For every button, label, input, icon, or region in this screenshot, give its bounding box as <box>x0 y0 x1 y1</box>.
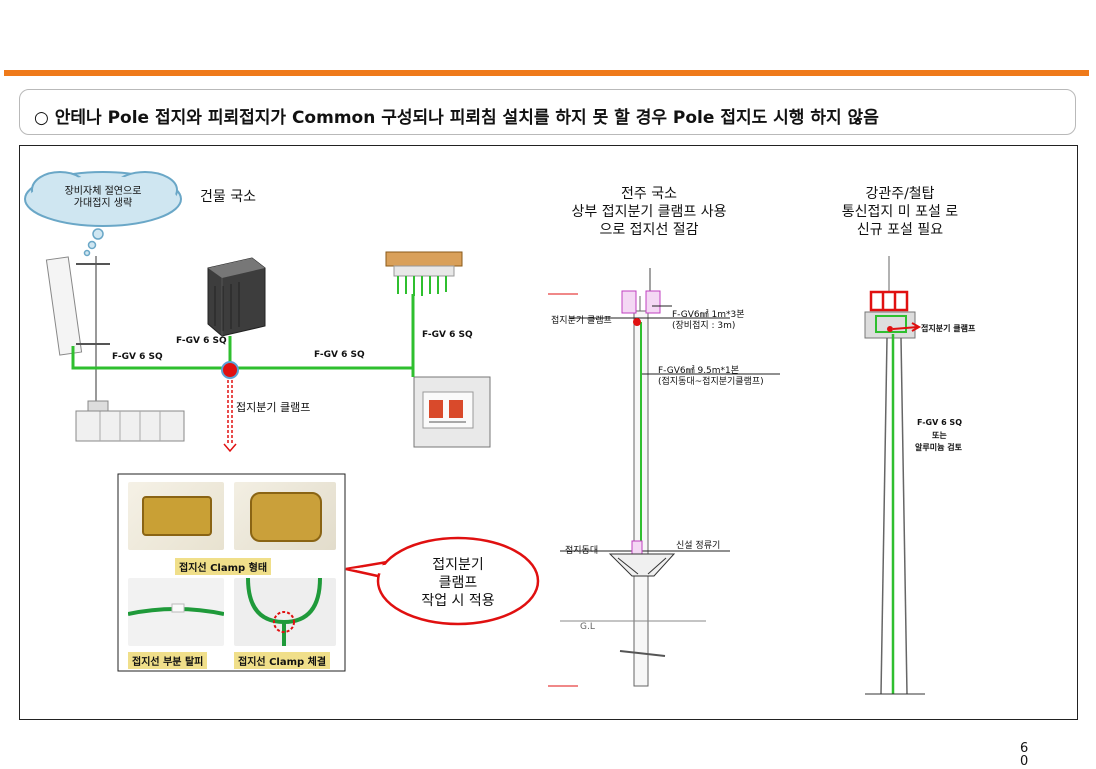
down-arrow-icon <box>223 380 237 453</box>
tower-wire-alt: 알루미늄 검토 <box>915 443 962 452</box>
pole-gl-label: G.L <box>580 622 595 632</box>
header-accent-bar <box>4 70 1089 76</box>
building-section-title: 건물 국소 <box>200 189 256 205</box>
page-title: ○ 안테나 Pole 접지와 피뢰접지가 Common 구성되나 피뢰침 설치를… <box>34 108 879 128</box>
clamp-photo-side <box>234 482 336 550</box>
pole-arrester-label: 신설 정류기 <box>676 541 721 551</box>
equipment-unit <box>207 257 266 337</box>
caption-clamp-fasten: 접지선 Clamp 체결 <box>234 652 331 669</box>
clamp-photo-front <box>128 482 224 550</box>
pole-wire-mid-sub: (접지동대~접지분기클램프) <box>658 377 764 387</box>
page-number: 60 <box>1020 741 1029 769</box>
caption-wire-strip: 접지선 부분 탈피 <box>128 652 208 669</box>
pole-wire-top-sub: (장비접지 : 3m) <box>672 321 736 331</box>
pole-ground-bar-label: 접지동대 <box>565 546 599 556</box>
cloud-text: 장비자체 절연으로 가대접지 생략 <box>64 186 142 209</box>
tower-clamp-label: 접지분기 클램프 <box>921 324 976 333</box>
title-box: ○ 안테나 Pole 접지와 피뢰접지가 Common 구성되나 피뢰침 설치를… <box>19 89 1076 135</box>
wire-label-left: F-GV 6 SQ <box>112 352 163 362</box>
callout-text: 접지분기 클램프 작업 시 적용 <box>421 557 495 609</box>
cloud-callout <box>24 171 182 257</box>
pole-clamp-label: 접지분기 클램프 <box>551 316 612 326</box>
tower-wire-label: F-GV 6 SQ <box>917 418 962 427</box>
wire-label-right: F-GV 6 SQ <box>422 330 473 340</box>
steel-tower-diagram <box>864 256 925 695</box>
pole-section-title: 전주 국소 상부 접지분기 클램프 사용 으로 접지선 절감 <box>571 186 727 238</box>
caption-clamp-shape: 접지선 Clamp 형태 <box>175 558 272 575</box>
antenna-pole <box>45 256 185 442</box>
distribution-panel <box>413 376 491 448</box>
wire-strip-photo <box>127 578 225 646</box>
wire-label-mid: F-GV 6 SQ <box>314 350 365 360</box>
clamp-label-building: 접지분기 클램프 <box>236 401 311 414</box>
diagram-frame: 접지선 Clamp 형태 접지선 부분 탈피 접지선 Clamp 체결 장비자체… <box>19 145 1078 720</box>
clamp-fasten-photo <box>234 577 336 646</box>
clamp-node-icon <box>221 361 239 379</box>
ground-bus-bar <box>385 251 463 296</box>
tower-section-title: 강관주/철탑 통신접지 미 포설 로 신규 포설 필요 <box>841 186 959 238</box>
wire-label-device: F-GV 6 SQ <box>176 336 227 346</box>
tower-wire-or: 또는 <box>932 431 947 440</box>
